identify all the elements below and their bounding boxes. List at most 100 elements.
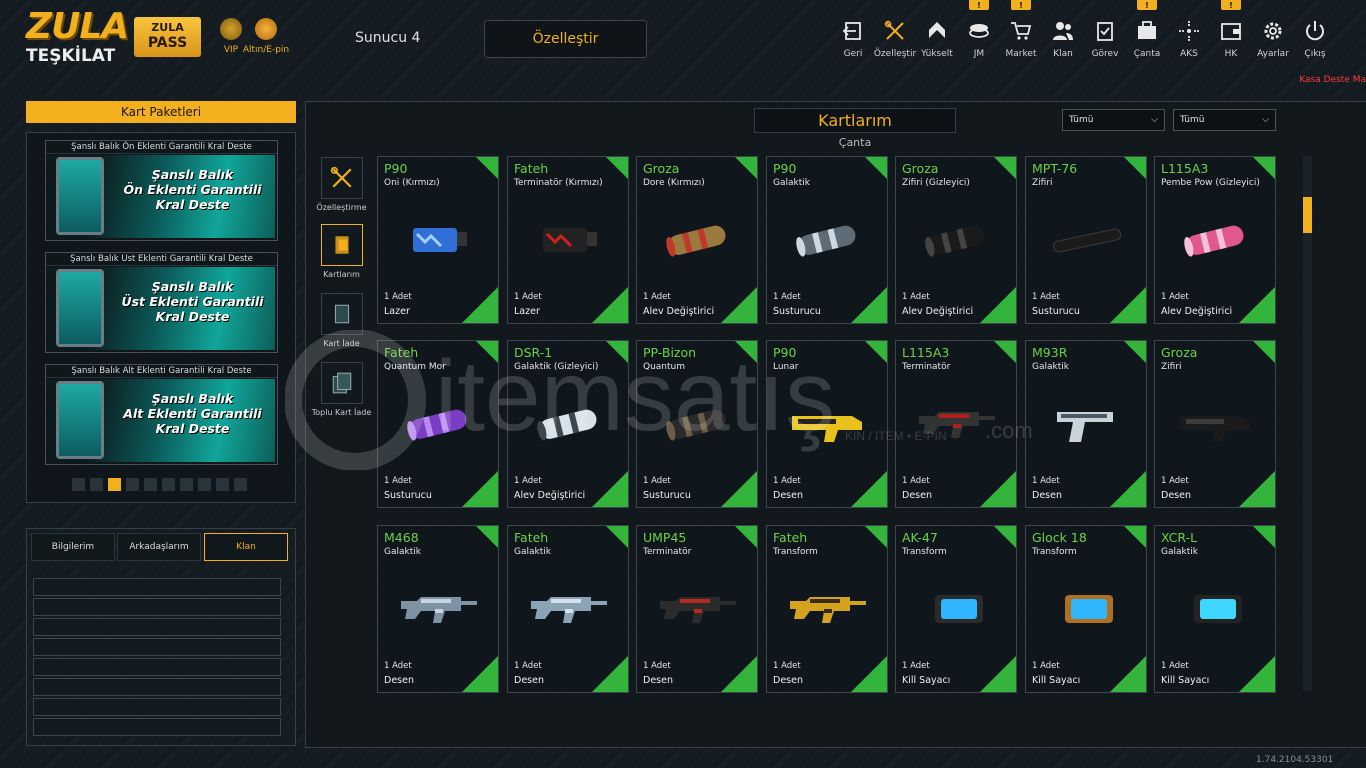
nav-wallet[interactable]: ! HK (1210, 0, 1252, 70)
nav-crosshair[interactable]: AKS (1168, 0, 1210, 70)
zula-pass-button[interactable]: ZULA PASS (134, 17, 201, 57)
item-card[interactable]: AK-47 Transform 1 Adet Kill Sayacı (895, 525, 1017, 693)
filter-dropdown-1[interactable]: Tümü ⌵ (1062, 109, 1165, 131)
item-card[interactable]: P90 Galaktik 1 Adet Susturucu (766, 156, 888, 324)
item-card[interactable]: Groza Zifiri 1 Adet Desen (1154, 340, 1276, 508)
weapon-name: L115A3 (902, 345, 950, 360)
rarity-corner (1239, 471, 1275, 507)
scrollbar-thumb[interactable] (1303, 197, 1312, 233)
social-list-row[interactable] (33, 618, 281, 636)
card-pack[interactable]: Şanslı Balık Ön Eklenti Garantili Kral D… (45, 140, 278, 241)
social-list-row[interactable] (33, 578, 281, 596)
item-card[interactable]: P90 Oni (Kırmızı) 1 Adet Lazer (377, 156, 499, 324)
item-card[interactable]: Fateh Galaktik 1 Adet Desen (507, 525, 629, 693)
card-grid-scrollbar[interactable] (1303, 156, 1312, 691)
side-tools[interactable]: Özelleştirme (316, 157, 367, 212)
nav-tools[interactable]: Özelleştir (874, 0, 916, 70)
social-list-row[interactable] (33, 678, 281, 696)
pagination-dot[interactable] (126, 478, 139, 491)
card-pack-art: Şanslı Balık Ön Eklenti Garantili Kral Des… (48, 155, 275, 238)
item-type: Desen (643, 675, 673, 686)
item-image (916, 215, 998, 265)
nav-upgrade[interactable]: Yükselt (916, 0, 958, 70)
item-card[interactable]: Fateh Transform 1 Adet Desen (766, 525, 888, 693)
rarity-corner (980, 287, 1016, 323)
nav-cart[interactable]: ! Market (1000, 0, 1042, 70)
pagination-dot[interactable] (234, 478, 247, 491)
social-list-row[interactable] (33, 698, 281, 716)
item-card[interactable]: L115A3 Pembe Pow (Gizleyici) 1 Adet Alev De… (1154, 156, 1276, 324)
item-image (657, 584, 739, 634)
rarity-corner (994, 157, 1016, 179)
clipboard-icon (1094, 0, 1116, 46)
card-pack-art-text: Şanslı Balık Alt Eklenti Garantili Kral De… (123, 391, 262, 436)
deck-card-icon (56, 157, 104, 235)
item-card[interactable]: Fateh Terminatör (Kırmızı) 1 Adet Lazer (507, 156, 629, 324)
card-pack-art: Şanslı Balık Alt Eklenti Garantili Kral De… (48, 379, 275, 462)
kasa-deste-ticker[interactable]: Kasa Deste Ma (1299, 75, 1366, 85)
item-card[interactable]: Fateh Quantum Mor 1 Adet Susturucu (377, 340, 499, 508)
tab-info[interactable]: Bilgilerim (31, 533, 115, 561)
item-quantity: 1 Adet (384, 476, 412, 486)
pagination-dot[interactable] (162, 478, 175, 491)
nav-back[interactable]: Geri (832, 0, 874, 70)
nav-gear[interactable]: Ayarlar (1252, 0, 1294, 70)
card-pack[interactable]: Şanslı Balık Alt Eklenti Garantili Kral … (45, 364, 278, 465)
item-card[interactable]: UMP45 Terminatör 1 Adet Desen (636, 525, 758, 693)
card-pack-art-text: Şanslı Balık Üst Eklenti Garantili Kral De… (121, 279, 264, 324)
nav-bag[interactable]: ! Çanta (1126, 0, 1168, 70)
item-type: Kill Sayacı (902, 675, 951, 686)
side-cards[interactable]: Kartlarım (319, 224, 364, 279)
rarity-corner (462, 471, 498, 507)
item-card[interactable]: M93R Galaktik 1 Adet Desen (1025, 340, 1147, 508)
rarity-corner (721, 656, 757, 692)
side-label: Toplu Kart İade (311, 408, 372, 417)
side-card-return[interactable]: Kart İade (319, 293, 364, 348)
pagination-dot[interactable] (72, 478, 85, 491)
side-bulk-card-return[interactable]: Toplu Kart İade (312, 362, 371, 417)
card-pack-title: Şanslı Balık Ust Eklenti Garantili Kral … (46, 253, 277, 266)
pagination-dot[interactable] (144, 478, 157, 491)
nav-coins[interactable]: ! JM (958, 0, 1000, 70)
weapon-name: M468 (384, 530, 419, 545)
filter-dropdown-2[interactable]: Tümü ⌵ (1173, 109, 1276, 131)
pagination-dot[interactable] (90, 478, 103, 491)
nav-clipboard[interactable]: Görev (1084, 0, 1126, 70)
item-card[interactable]: MPT-76 Zifiri 1 Adet Susturucu (1025, 156, 1147, 324)
item-quantity: 1 Adet (773, 292, 801, 302)
item-card[interactable]: Groza Dore (Kırmızı) 1 Adet Alev Değiştiric… (636, 156, 758, 324)
item-quantity: 1 Adet (1032, 292, 1060, 302)
tab-friends[interactable]: Arkadaşlarım (117, 533, 201, 561)
item-card[interactable]: XCR-L Galaktik 1 Adet Kill Sayacı (1154, 525, 1276, 693)
pagination-dot[interactable] (216, 478, 229, 491)
item-image (1046, 584, 1128, 634)
card-pack[interactable]: Şanslı Balık Ust Eklenti Garantili Kral … (45, 252, 278, 353)
social-list-row[interactable] (33, 598, 281, 616)
pagination-dot[interactable] (180, 478, 193, 491)
social-list-row[interactable] (33, 718, 281, 736)
rarity-corner (606, 341, 628, 363)
item-card[interactable]: L115A3 Terminatör 1 Adet Desen (895, 340, 1017, 508)
item-card[interactable]: M468 Galaktik 1 Adet Desen (377, 525, 499, 693)
gold-epin-badge[interactable]: Altın/E-pin (238, 18, 294, 55)
item-quantity: 1 Adet (1032, 476, 1060, 486)
customize-button[interactable]: Özelleştir (484, 20, 647, 58)
pagination-dot[interactable] (108, 478, 121, 491)
clan-icon (1052, 0, 1074, 46)
item-type: Desen (1032, 490, 1062, 501)
social-list-row[interactable] (33, 658, 281, 676)
nav-clan[interactable]: Klan (1042, 0, 1084, 70)
social-list-row[interactable] (33, 638, 281, 656)
server-label: Sunucu 4 (355, 30, 421, 46)
tab-clan[interactable]: Klan (204, 533, 288, 561)
item-card[interactable]: Groza Zifiri (Gizleyici) 1 Adet Alev Değişt… (895, 156, 1017, 324)
item-card[interactable]: DSR-1 Galaktik (Gizleyici) 1 Adet Alev Deği… (507, 340, 629, 508)
item-image (657, 215, 739, 265)
weapon-name: Groza (643, 161, 680, 176)
rarity-corner (980, 471, 1016, 507)
item-card[interactable]: P90 Lunar 1 Adet Desen (766, 340, 888, 508)
nav-power[interactable]: Çıkış (1294, 0, 1336, 70)
item-card[interactable]: PP-Bizon Quantum 1 Adet Susturucu (636, 340, 758, 508)
item-card[interactable]: Glock 18 Transform 1 Adet Kill Sayacı (1025, 525, 1147, 693)
pagination-dot[interactable] (198, 478, 211, 491)
